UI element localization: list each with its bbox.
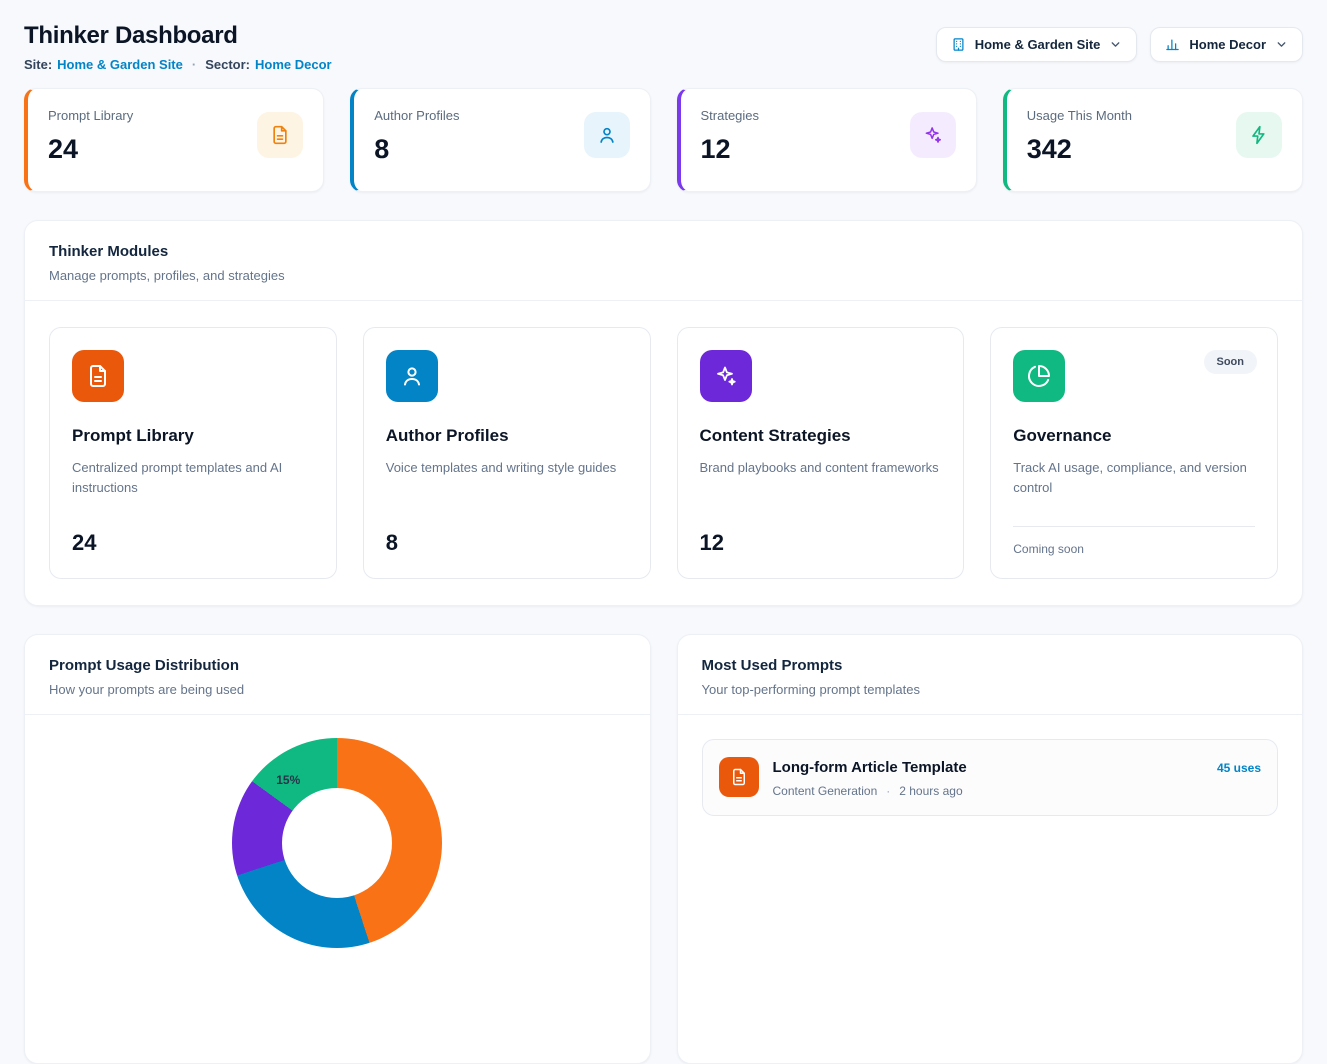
stat-label: Prompt Library (48, 108, 133, 123)
stat-label: Author Profiles (374, 108, 459, 123)
soon-badge: Soon (1204, 350, 1258, 374)
building-icon (951, 37, 966, 52)
prompt-uses-count: 45 uses (1217, 757, 1261, 775)
modules-grid: Prompt Library Centralized prompt templa… (25, 301, 1302, 605)
module-card-author-profiles[interactable]: Author Profiles Voice templates and writ… (363, 327, 651, 579)
dashboard-page: Thinker Dashboard Site: Home & Garden Si… (0, 0, 1327, 1064)
prompt-category: Content Generation (773, 784, 878, 798)
document-icon (72, 350, 124, 402)
prompt-time: 2 hours ago (899, 784, 962, 798)
sector-selector[interactable]: Home Decor (1150, 27, 1303, 62)
stat-info: Usage This Month 342 (1027, 108, 1132, 165)
module-count: 24 (72, 530, 314, 556)
prompt-title: Long-form Article Template (773, 759, 967, 776)
coming-soon-block: Coming soon (1013, 526, 1255, 556)
module-card-content-strategies[interactable]: Content Strategies Brand playbooks and c… (677, 327, 965, 579)
pie-chart-icon (1013, 350, 1065, 402)
stat-value: 12 (701, 134, 760, 165)
module-title: Content Strategies (700, 426, 942, 446)
usage-panel-subtitle: How your prompts are being used (49, 682, 626, 697)
site-label: Site: (24, 57, 52, 72)
usage-panel-title: Prompt Usage Distribution (49, 657, 626, 674)
bolt-icon (1236, 112, 1282, 158)
sparkle-icon (910, 112, 956, 158)
site-link[interactable]: Home & Garden Site (57, 57, 183, 72)
chevron-down-icon (1109, 38, 1122, 51)
dot-separator: · (886, 784, 890, 798)
title-block: Thinker Dashboard Site: Home & Garden Si… (24, 16, 332, 72)
stat-info: Prompt Library 24 (48, 108, 133, 165)
prompts-panel-title: Most Used Prompts (702, 657, 1279, 674)
user-icon (386, 350, 438, 402)
stat-info: Author Profiles 8 (374, 108, 459, 165)
thinker-modules-section: Thinker Modules Manage prompts, profiles… (24, 220, 1303, 606)
prompts-list: Long-form Article Template Content Gener… (678, 715, 1303, 840)
sector-link[interactable]: Home Decor (255, 57, 332, 72)
stat-card-usage[interactable]: Usage This Month 342 (1003, 88, 1303, 192)
document-icon (719, 757, 759, 797)
topbar: Thinker Dashboard Site: Home & Garden Si… (24, 16, 1303, 72)
selectors: Home & Garden Site Home Decor (936, 27, 1303, 62)
prompt-subtitle: Content Generation · 2 hours ago (773, 784, 967, 798)
prompts-panel-header: Most Used Prompts Your top-performing pr… (678, 635, 1303, 715)
usage-chart-area: 15% (25, 715, 650, 948)
module-description: Centralized prompt templates and AI inst… (72, 458, 314, 498)
module-description: Voice templates and writing style guides (386, 458, 628, 478)
donut-segment-label: 15% (276, 773, 300, 787)
sparkle-icon (700, 350, 752, 402)
sector-label: Sector: (205, 57, 250, 72)
stat-label: Usage This Month (1027, 108, 1132, 123)
stat-card-prompt-library[interactable]: Prompt Library 24 (24, 88, 324, 192)
module-description: Track AI usage, compliance, and version … (1013, 458, 1255, 498)
bar-chart-icon (1165, 37, 1180, 52)
stat-label: Strategies (701, 108, 760, 123)
site-selector-label: Home & Garden Site (975, 37, 1101, 52)
user-icon (584, 112, 630, 158)
stat-value: 24 (48, 134, 133, 165)
prompts-panel-subtitle: Your top-performing prompt templates (702, 682, 1279, 697)
prompt-meta: Long-form Article Template Content Gener… (773, 757, 967, 798)
site-selector[interactable]: Home & Garden Site (936, 27, 1138, 62)
modules-subtitle: Manage prompts, profiles, and strategies (49, 268, 1278, 283)
stat-value: 342 (1027, 134, 1132, 165)
module-title: Prompt Library (72, 426, 314, 446)
stats-row: Prompt Library 24 Author Profiles 8 Stra… (24, 88, 1303, 192)
module-description: Brand playbooks and content frameworks (700, 458, 942, 478)
module-count: 8 (386, 530, 628, 556)
stat-card-author-profiles[interactable]: Author Profiles 8 (350, 88, 650, 192)
modules-header: Thinker Modules Manage prompts, profiles… (25, 221, 1302, 300)
bottom-row: Prompt Usage Distribution How your promp… (24, 634, 1303, 1064)
usage-panel-header: Prompt Usage Distribution How your promp… (25, 635, 650, 715)
divider (1013, 526, 1255, 527)
breadcrumb-separator: · (192, 57, 196, 72)
breadcrumb: Site: Home & Garden Site · Sector: Home … (24, 57, 332, 72)
sector-selector-label: Home Decor (1189, 37, 1266, 52)
document-icon (257, 112, 303, 158)
donut-hole (282, 788, 392, 898)
most-used-prompts-panel: Most Used Prompts Your top-performing pr… (677, 634, 1304, 1064)
usage-donut-chart: 15% (232, 738, 442, 948)
module-title: Author Profiles (386, 426, 628, 446)
coming-soon-text: Coming soon (1013, 542, 1255, 556)
modules-title: Thinker Modules (49, 243, 1278, 260)
module-title: Governance (1013, 426, 1255, 446)
prompt-usage-panel: Prompt Usage Distribution How your promp… (24, 634, 651, 1064)
module-count: 12 (700, 530, 942, 556)
stat-value: 8 (374, 134, 459, 165)
module-card-governance[interactable]: Soon Governance Track AI usage, complian… (990, 327, 1278, 579)
chevron-down-icon (1275, 38, 1288, 51)
prompt-list-item[interactable]: Long-form Article Template Content Gener… (702, 739, 1279, 816)
stat-card-strategies[interactable]: Strategies 12 (677, 88, 977, 192)
module-card-prompt-library[interactable]: Prompt Library Centralized prompt templa… (49, 327, 337, 579)
page-title: Thinker Dashboard (24, 22, 332, 50)
stat-info: Strategies 12 (701, 108, 760, 165)
